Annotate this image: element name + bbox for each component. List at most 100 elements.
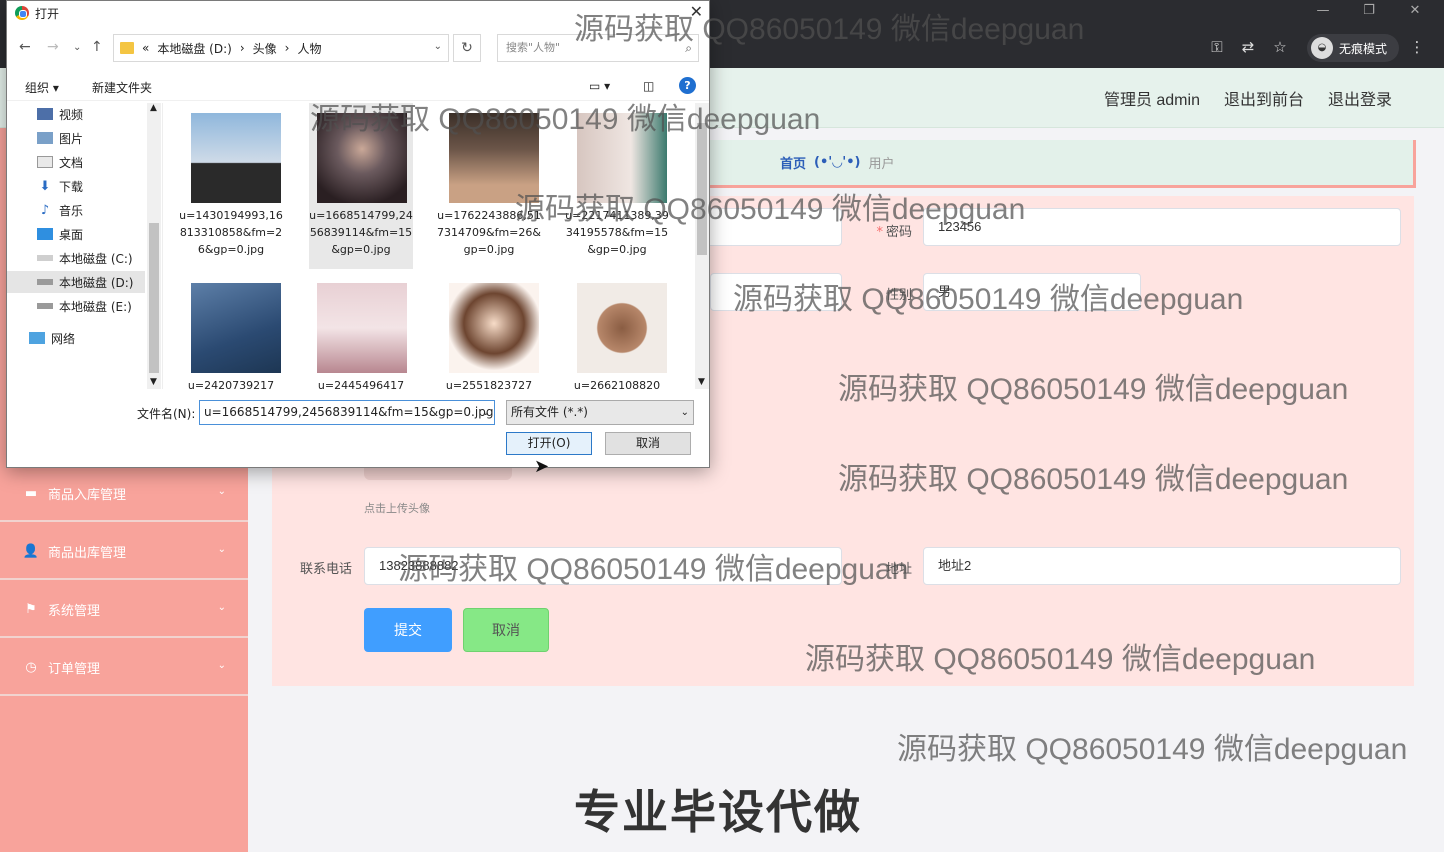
up-arrow-icon[interactable]: ↑ <box>91 39 103 55</box>
address-bar[interactable]: « 本地磁盘 (D:) › 头像 › 人物 ⌄ <box>113 34 449 62</box>
scroll-down-icon[interactable]: ▼ <box>698 377 705 387</box>
file-name: u=2662108820 <box>573 379 661 389</box>
address-label: 地址 <box>885 562 912 577</box>
tree-scrollbar[interactable]: ▲ ▼ <box>147 103 161 389</box>
logout-link[interactable]: 退出登录 <box>1328 86 1392 110</box>
filename-input[interactable]: u=1668514799,2456839114&fm=15&gp=0.jpg ⌄ <box>199 400 495 425</box>
file-item[interactable]: u=2662108820 <box>565 273 669 389</box>
phone-field[interactable]: 13823888882 <box>364 547 842 585</box>
drive-icon <box>37 303 53 309</box>
view-mode-icon[interactable]: ▭ ▾ <box>589 79 610 93</box>
file-grid-scrollbar[interactable]: ▼ <box>695 103 709 389</box>
forward-arrow-icon[interactable]: → <box>47 39 59 55</box>
folder-icon <box>120 42 134 54</box>
dialog-cancel-button[interactable]: 取消 <box>605 432 691 455</box>
file-item-selected[interactable]: u=1668514799,2456839114&fm=15&gp=0.jpg <box>309 103 413 269</box>
tree-item-label: 下载 <box>59 179 84 194</box>
file-item[interactable]: u=2217411389,3934195578&fm=15&gp=0.jpg <box>565 103 669 269</box>
incognito-badge[interactable]: ◒ 无痕模式 <box>1307 34 1400 62</box>
gender-select[interactable]: 男 <box>923 273 1141 311</box>
sidebar-item-outbound[interactable]: 👤 商品出库管理 ⌄ <box>0 524 248 580</box>
scroll-down-icon[interactable]: ▼ <box>150 377 157 387</box>
password-field[interactable]: 123456 <box>923 208 1401 246</box>
file-scroll-thumb[interactable] <box>697 123 707 255</box>
drive-icon <box>37 255 53 261</box>
path-segment-avatar[interactable]: 头像 <box>253 40 277 57</box>
minimize-icon[interactable]: — <box>1300 0 1346 24</box>
window-close-icon[interactable]: ✕ <box>1392 0 1438 24</box>
file-item[interactable]: u=1430194993,16813310858&fm=26&gp=0.jpg <box>179 103 283 269</box>
chevron-down-icon: ⌄ <box>217 660 226 671</box>
tree-item-pictures[interactable]: 图片 <box>7 127 145 149</box>
submit-button[interactable]: 提交 <box>364 608 452 652</box>
tree-item-downloads[interactable]: ⬇ 下载 <box>7 175 145 197</box>
sidebar-item-orders[interactable]: ◷ 订单管理 ⌄ <box>0 640 248 696</box>
image-thumbnail <box>191 283 281 373</box>
tree-item-label: 本地磁盘 (D:) <box>59 275 134 290</box>
new-folder-button[interactable]: 新建文件夹 <box>92 79 152 96</box>
file-item[interactable]: u=2445496417 <box>309 273 413 389</box>
tree-item-drive-e[interactable]: 本地磁盘 (E:) <box>7 295 145 317</box>
sidebar-item-inbound[interactable]: ▬ 商品入库管理 ⌄ <box>0 466 248 522</box>
tree-item-desktop[interactable]: 桌面 <box>7 223 145 245</box>
tree-scroll-thumb[interactable] <box>149 223 159 373</box>
path-separator-icon: › <box>239 41 245 55</box>
tree-item-documents[interactable]: 文档 <box>7 151 145 173</box>
file-grid: u=1430194993,16813310858&fm=26&gp=0.jpg … <box>167 103 693 389</box>
tree-item-drive-d[interactable]: 本地磁盘 (D:) <box>7 271 145 293</box>
mouse-cursor-icon: ➤ <box>534 456 550 477</box>
file-open-dialog: 打开 ✕ ← → ⌄ ↑ « 本地磁盘 (D:) › 头像 › 人物 ⌄ ↻ 搜… <box>6 0 710 468</box>
image-thumbnail <box>317 113 407 203</box>
path-segment-drive[interactable]: 本地磁盘 (D:) <box>157 40 231 57</box>
open-button[interactable]: 打开(O) <box>506 432 592 455</box>
network-icon <box>29 332 45 344</box>
clock-icon: ◷ <box>25 659 37 675</box>
dialog-close-icon[interactable]: ✕ <box>690 2 703 21</box>
image-thumbnail <box>191 113 281 203</box>
address-dropdown-icon[interactable]: ⌄ <box>434 41 442 52</box>
file-name: u=2217411389,3934195578&fm=15&gp=0.jpg <box>565 209 669 256</box>
address-field[interactable]: 地址2 <box>923 547 1401 585</box>
path-overflow[interactable]: « <box>142 41 149 55</box>
search-input[interactable]: 搜索"人物" ⌕ <box>497 34 699 62</box>
file-item[interactable]: u=2420739217 <box>179 273 283 389</box>
organize-button[interactable]: 组织 ▾ <box>25 79 59 96</box>
translate-icon[interactable]: ⇄ <box>1238 38 1258 56</box>
refresh-icon[interactable]: ↻ <box>453 34 481 62</box>
back-arrow-icon[interactable]: ← <box>19 39 31 55</box>
cancel-button[interactable]: 取消 <box>463 608 549 652</box>
tree-item-label: 网络 <box>51 331 76 346</box>
star-icon[interactable]: ☆ <box>1270 38 1290 56</box>
help-icon[interactable]: ? <box>679 77 696 94</box>
watermark: 源码获取 QQ86050149 微信deepguan <box>897 733 1408 766</box>
tree-item-drive-c[interactable]: 本地磁盘 (C:) <box>7 247 145 269</box>
chevron-down-icon[interactable]: ⌄ <box>482 401 490 424</box>
scroll-up-icon[interactable]: ▲ <box>150 103 157 113</box>
path-segment-people[interactable]: 人物 <box>297 40 321 57</box>
chrome-logo-icon <box>15 6 29 20</box>
tree-item-label: 桌面 <box>59 227 84 242</box>
tree-item-music[interactable]: ♪ 音乐 <box>7 199 145 221</box>
sidebar-item-label: 系统管理 <box>48 603 101 619</box>
breadcrumb-home[interactable]: 首页 <box>780 153 806 172</box>
recent-chevron-icon[interactable]: ⌄ <box>73 42 81 53</box>
back-to-front-link[interactable]: 退出到前台 <box>1224 86 1304 110</box>
key-icon[interactable]: ⚿ <box>1207 38 1227 56</box>
filetype-select[interactable]: 所有文件 (*.*) ⌄ <box>506 400 694 425</box>
file-item[interactable]: u=2551823727 <box>437 273 541 389</box>
menu-icon[interactable]: ⋮ <box>1407 38 1427 56</box>
pictures-icon <box>37 132 53 144</box>
tree-item-network[interactable]: 网络 <box>7 327 145 349</box>
file-name: u=2551823727 <box>445 379 533 389</box>
gender-label: 性别 <box>885 288 912 303</box>
sidebar-item-system[interactable]: ⚑ 系统管理 ⌄ <box>0 582 248 638</box>
name-field[interactable] <box>710 273 842 311</box>
tree-item-label: 音乐 <box>59 203 84 218</box>
preview-pane-icon[interactable]: ◫ <box>643 79 654 93</box>
file-item[interactable]: u=1762243886,517314709&fm=26&gp=0.jpg <box>437 103 541 269</box>
music-icon: ♪ <box>40 202 50 218</box>
image-thumbnail <box>577 113 667 203</box>
restore-icon[interactable]: ❐ <box>1346 0 1392 24</box>
tree-item-videos[interactable]: 视频 <box>7 103 145 125</box>
admin-label: 管理员 admin <box>1103 92 1200 109</box>
